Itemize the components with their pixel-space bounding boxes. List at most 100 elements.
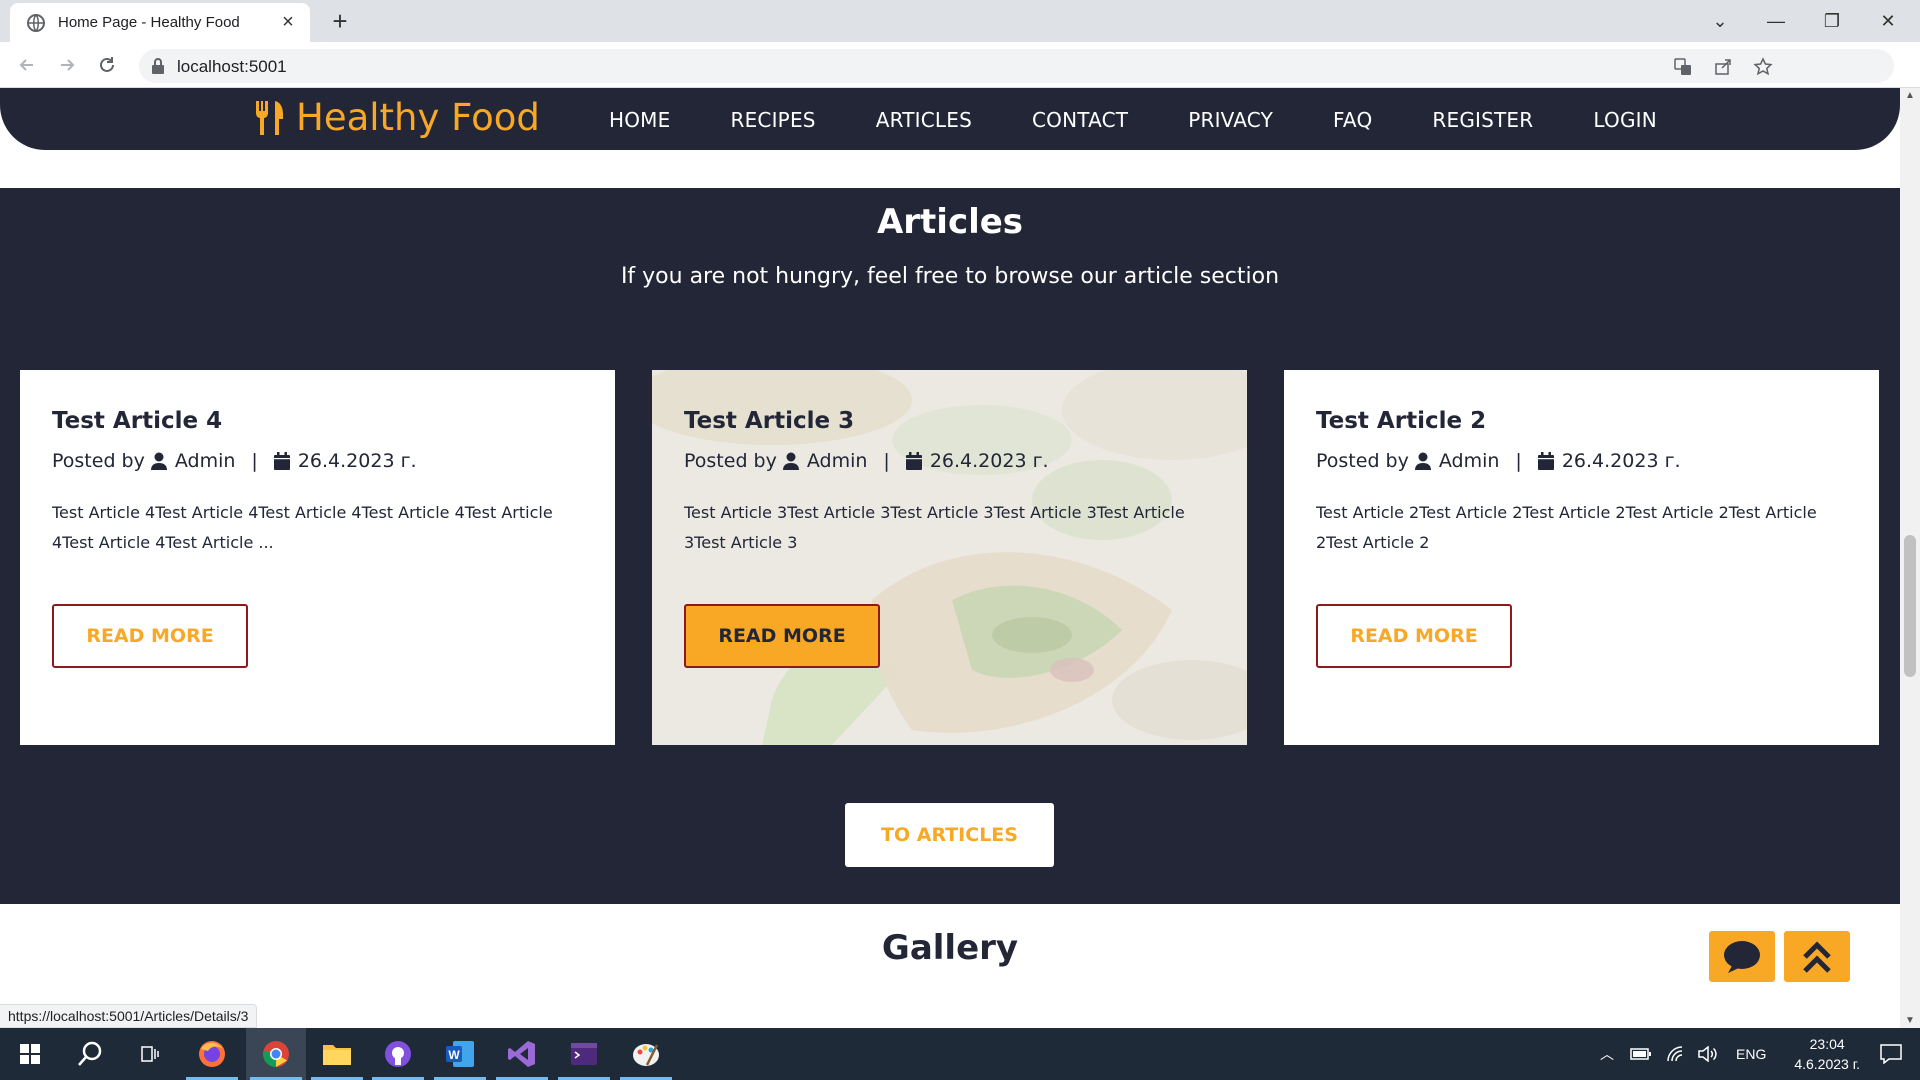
article-meta: Posted by Admin | 26.4.2023 г. bbox=[1316, 450, 1847, 472]
articles-subtitle: If you are not hungry, feel free to brow… bbox=[620, 264, 1280, 289]
article-card[interactable]: Test Article 4 Posted by Admin | 26.4.20… bbox=[20, 370, 615, 745]
paint-icon[interactable] bbox=[616, 1028, 676, 1080]
author-name: Admin bbox=[806, 450, 868, 472]
scroll-down-arrow-icon[interactable]: ▼ bbox=[1905, 1015, 1915, 1026]
gallery-heading: Gallery bbox=[881, 928, 1019, 968]
article-card[interactable]: Test Article 2 Posted by Admin | 26.4.20… bbox=[1284, 370, 1879, 745]
posted-by-label: Posted by bbox=[1316, 450, 1409, 472]
read-more-button[interactable]: READ MORE bbox=[684, 604, 880, 668]
svg-text:W: W bbox=[448, 1048, 460, 1062]
forward-arrow-icon bbox=[61, 59, 75, 71]
scrollbar-thumb[interactable] bbox=[1904, 535, 1916, 677]
clock[interactable]: 23:04 4.6.2023 г. bbox=[1794, 1034, 1860, 1074]
clock-date: 4.6.2023 г. bbox=[1794, 1056, 1860, 1072]
user-icon bbox=[1414, 452, 1431, 470]
chrome-icon[interactable] bbox=[246, 1028, 306, 1080]
close-tab-icon[interactable]: × bbox=[278, 11, 298, 33]
clock-time: 23:04 bbox=[1809, 1036, 1845, 1052]
translate-icon[interactable] bbox=[1673, 57, 1693, 77]
reload-button[interactable] bbox=[92, 50, 122, 80]
read-more-button[interactable]: READ MORE bbox=[52, 604, 248, 668]
notifications-icon[interactable] bbox=[1862, 1028, 1920, 1080]
github-desktop-icon[interactable] bbox=[368, 1028, 428, 1080]
reload-icon bbox=[100, 57, 114, 72]
language-indicator[interactable]: ENG bbox=[1736, 1046, 1766, 1062]
posted-by-label: Posted by bbox=[52, 450, 145, 472]
terminal-icon[interactable] bbox=[554, 1028, 614, 1080]
article-date: 26.4.2023 г. bbox=[297, 450, 417, 472]
author-name: Admin bbox=[1438, 450, 1500, 472]
menu-home[interactable]: HOME bbox=[609, 108, 670, 132]
back-arrow-icon bbox=[19, 59, 33, 71]
user-icon bbox=[782, 452, 799, 470]
site-navbar: Healthy Food HOME RECIPES ARTICLES CONTA… bbox=[0, 88, 1900, 150]
tab-title: Home Page - Healthy Food bbox=[58, 14, 240, 31]
url-text: localhost:5001 bbox=[177, 57, 287, 76]
scroll-up-arrow-icon[interactable]: ▲ bbox=[1905, 90, 1915, 101]
article-title[interactable]: Test Article 2 bbox=[1316, 408, 1847, 434]
menu-login[interactable]: LOGIN bbox=[1593, 108, 1657, 132]
browser-tab[interactable]: Home Page - Healthy Food × bbox=[10, 3, 310, 42]
forward-button[interactable] bbox=[52, 50, 82, 80]
article-excerpt: Test Article 4Test Article 4Test Article… bbox=[52, 503, 553, 552]
double-chevron-up-icon bbox=[1803, 940, 1831, 973]
article-card[interactable]: Test Article 3 Posted by Admin | 26.4.20… bbox=[652, 370, 1247, 745]
brand-logo[interactable]: Healthy Food bbox=[254, 96, 540, 139]
restore-button[interactable]: ❐ bbox=[1804, 0, 1860, 42]
calendar-icon bbox=[905, 452, 922, 470]
share-icon[interactable] bbox=[1713, 57, 1733, 77]
bookmark-star-icon[interactable] bbox=[1753, 57, 1773, 77]
read-more-button[interactable]: READ MORE bbox=[1316, 604, 1512, 668]
calendar-icon bbox=[273, 452, 290, 470]
firefox-icon[interactable] bbox=[182, 1028, 242, 1080]
menu-register[interactable]: REGISTER bbox=[1432, 108, 1533, 132]
article-date: 26.4.2023 г. bbox=[1561, 450, 1681, 472]
browser-tab-bar: Home Page - Healthy Food × + ⌄ — ❐ ✕ bbox=[0, 0, 1920, 42]
meta-separator: | bbox=[883, 450, 890, 472]
start-icon[interactable] bbox=[0, 1028, 60, 1080]
menu-privacy[interactable]: PRIVACY bbox=[1188, 108, 1273, 132]
volume-icon[interactable] bbox=[1698, 1046, 1718, 1062]
chevron-up-icon[interactable]: ︿ bbox=[1600, 1044, 1614, 1064]
article-date: 26.4.2023 г. bbox=[929, 450, 1049, 472]
articles-heading: Articles bbox=[876, 202, 1024, 242]
page-scrollbar[interactable]: ▲ ▼ bbox=[1900, 88, 1920, 1028]
file-explorer-icon[interactable] bbox=[307, 1028, 367, 1080]
word-icon[interactable]: W bbox=[430, 1028, 490, 1080]
brand-name: Healthy Food bbox=[296, 96, 540, 139]
article-excerpt: Test Article 2Test Article 2Test Article… bbox=[1316, 503, 1817, 552]
article-title[interactable]: Test Article 3 bbox=[684, 408, 1215, 434]
task-view-icon[interactable] bbox=[120, 1028, 180, 1080]
article-meta: Posted by Admin | 26.4.2023 г. bbox=[52, 450, 583, 472]
fork-knife-icon bbox=[256, 100, 283, 135]
article-excerpt: Test Article 3Test Article 3Test Article… bbox=[684, 503, 1185, 552]
chat-button[interactable] bbox=[1709, 931, 1775, 982]
chat-bubble-icon bbox=[1724, 940, 1760, 973]
meta-separator: | bbox=[251, 450, 258, 472]
lock-icon bbox=[152, 58, 164, 74]
search-icon[interactable] bbox=[60, 1028, 120, 1080]
browser-toolbar: localhost:5001 bbox=[0, 42, 1920, 88]
tab-search-icon[interactable]: ⌄ bbox=[1692, 0, 1748, 42]
menu-faq[interactable]: FAQ bbox=[1333, 108, 1372, 132]
address-bar[interactable]: localhost:5001 bbox=[139, 49, 1894, 83]
author-name: Admin bbox=[174, 450, 236, 472]
scroll-to-top-button[interactable] bbox=[1784, 931, 1850, 982]
back-button[interactable] bbox=[12, 50, 42, 80]
article-title[interactable]: Test Article 4 bbox=[52, 408, 583, 434]
meta-separator: | bbox=[1515, 450, 1522, 472]
menu-recipes[interactable]: RECIPES bbox=[730, 108, 815, 132]
new-tab-button[interactable]: + bbox=[326, 8, 354, 36]
page-viewport: Healthy Food HOME RECIPES ARTICLES CONTA… bbox=[0, 88, 1900, 1028]
to-articles-button[interactable]: TO ARTICLES bbox=[845, 803, 1054, 867]
visual-studio-icon[interactable] bbox=[492, 1028, 552, 1080]
wifi-icon[interactable] bbox=[1666, 1046, 1684, 1062]
menu-articles[interactable]: ARTICLES bbox=[876, 108, 972, 132]
main-menu: HOME RECIPES ARTICLES CONTACT PRIVACY FA… bbox=[609, 108, 1717, 132]
user-icon bbox=[150, 452, 167, 470]
menu-contact[interactable]: CONTACT bbox=[1032, 108, 1128, 132]
battery-icon[interactable] bbox=[1630, 1047, 1652, 1061]
close-window-button[interactable]: ✕ bbox=[1860, 0, 1916, 42]
minimize-button[interactable]: — bbox=[1748, 0, 1804, 42]
article-meta: Posted by Admin | 26.4.2023 г. bbox=[684, 450, 1215, 472]
